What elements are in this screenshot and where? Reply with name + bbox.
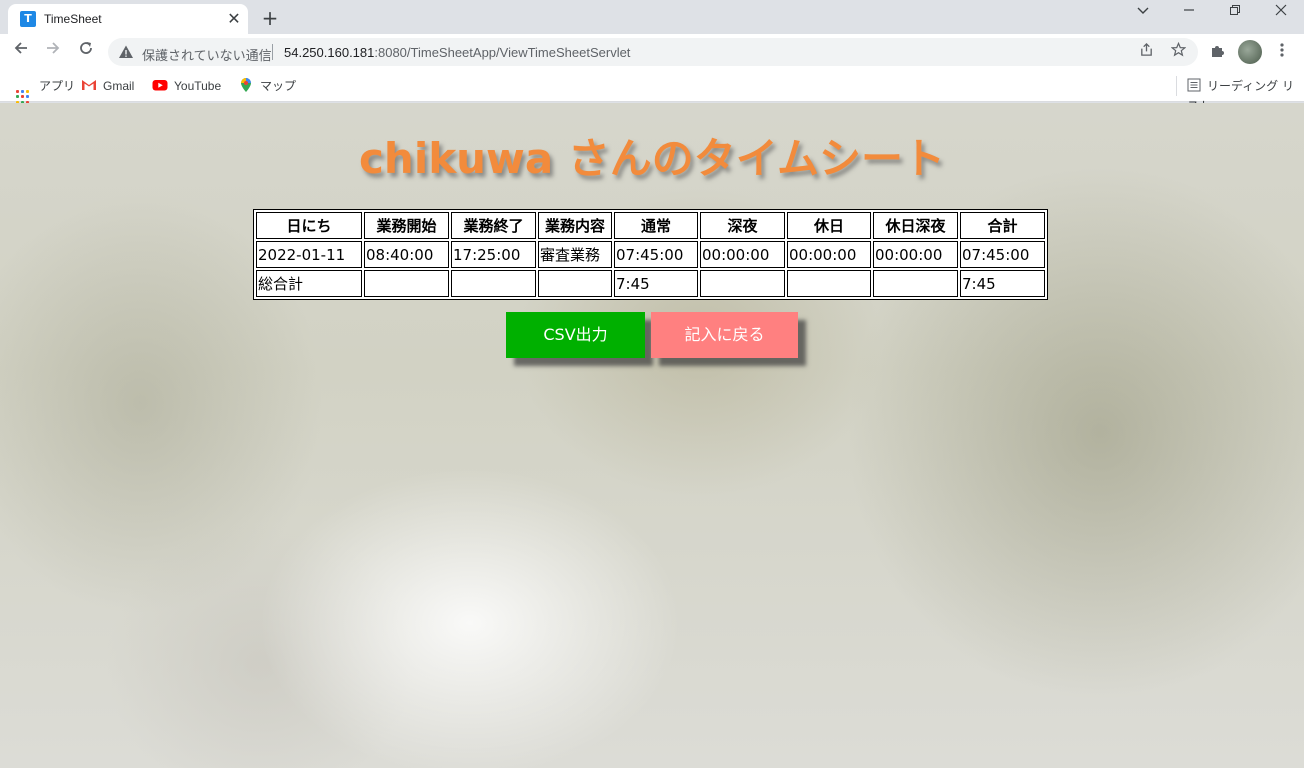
reading-list-icon <box>1187 78 1201 92</box>
table-cell: 07:45:00 <box>614 241 698 268</box>
minimize-icon[interactable] <box>1174 4 1204 28</box>
column-header: 業務開始 <box>364 212 449 239</box>
table-cell <box>787 270 871 297</box>
youtube-icon <box>152 80 168 91</box>
profile-avatar[interactable] <box>1238 40 1262 64</box>
column-header: 休日深夜 <box>873 212 958 239</box>
column-header: 日にち <box>256 212 362 239</box>
bookmark-maps[interactable]: マップ <box>238 77 296 95</box>
reading-list-button[interactable]: リーディング リスト <box>1176 76 1304 113</box>
table-header-row: 日にち 業務開始 業務終了 業務内容 通常 深夜 休日 休日深夜 合計 <box>256 212 1045 239</box>
url-text[interactable]: 54.250.160.181:8080/TimeSheetApp/ViewTim… <box>284 45 630 60</box>
new-tab-button[interactable]: + <box>258 6 282 30</box>
column-header: 合計 <box>960 212 1045 239</box>
table-cell: 17:25:00 <box>451 241 536 268</box>
tab-close-icon[interactable]: ✕ <box>224 9 244 29</box>
table-cell: 2022-01-11 <box>256 241 362 268</box>
table-cell: 7:45 <box>960 270 1045 297</box>
extensions-puzzle-icon[interactable] <box>1207 42 1229 64</box>
tab-search-chevron-icon[interactable] <box>1128 4 1158 28</box>
table-cell: 00:00:00 <box>787 241 871 268</box>
table-cell <box>451 270 536 297</box>
tab-timesheet[interactable]: T TimeSheet ✕ <box>8 4 248 34</box>
bookmark-label: YouTube <box>174 79 222 93</box>
close-window-icon[interactable] <box>1266 4 1296 28</box>
page-content: chikuwa さんのタイムシート 日にち 業務開始 業務終了 業務内容 通常 … <box>0 103 1304 768</box>
bookmark-star-icon[interactable] <box>1168 41 1188 62</box>
restore-icon[interactable] <box>1220 4 1250 28</box>
forward-arrow-icon[interactable] <box>41 40 65 64</box>
warning-triangle-icon[interactable] <box>118 44 134 60</box>
column-header: 通常 <box>614 212 698 239</box>
csv-export-button[interactable]: CSV出力 <box>506 312 645 358</box>
share-icon[interactable] <box>1136 42 1156 62</box>
bookmark-label: Gmail <box>103 79 135 93</box>
table-cell <box>364 270 449 297</box>
timesheet-favicon-icon: T <box>20 11 36 27</box>
table-cell <box>700 270 785 297</box>
bookmark-gmail[interactable]: Gmail <box>81 77 134 95</box>
page-title: chikuwa さんのタイムシート <box>359 134 945 183</box>
tab-title: TimeSheet <box>44 12 102 26</box>
column-header: 業務終了 <box>451 212 536 239</box>
url-host: 54.250.160.181 <box>284 45 375 60</box>
gmail-icon <box>82 80 96 90</box>
back-to-entry-button[interactable]: 記入に戻る <box>651 312 798 358</box>
browser-toolbar: 保護されていない通信 54.250.160.181:8080/TimeSheet… <box>0 34 1304 70</box>
table-cell: 00:00:00 <box>700 241 785 268</box>
column-header: 深夜 <box>700 212 785 239</box>
table-cell: 総合計 <box>256 270 362 297</box>
column-header: 休日 <box>787 212 871 239</box>
bookmark-label: アプリ <box>39 79 76 93</box>
table-row: 2022-01-11 08:40:00 17:25:00 審査業務 07:45:… <box>256 241 1045 268</box>
table-cell: 08:40:00 <box>364 241 449 268</box>
table-cell <box>873 270 958 297</box>
maps-pin-icon <box>241 78 251 92</box>
column-header: 業務内容 <box>538 212 612 239</box>
bookmark-apps[interactable]: アプリ <box>15 77 76 104</box>
table-cell: 07:45:00 <box>960 241 1045 268</box>
tab-strip: T TimeSheet ✕ + <box>0 0 1304 34</box>
url-path: :8080/TimeSheetApp/ViewTimeSheetServlet <box>374 45 631 60</box>
security-status-text[interactable]: 保護されていない通信 <box>142 45 272 64</box>
table-cell: 審査業務 <box>538 241 612 268</box>
table-cell <box>538 270 612 297</box>
back-arrow-icon[interactable] <box>9 40 33 64</box>
table-total-row: 総合計 7:45 7:45 <box>256 270 1045 297</box>
timesheet-table: 日にち 業務開始 業務終了 業務内容 通常 深夜 休日 休日深夜 合計 2022… <box>253 209 1048 300</box>
reload-icon[interactable] <box>74 40 98 64</box>
bookmark-label: マップ <box>260 79 297 93</box>
address-bar[interactable]: 保護されていない通信 54.250.160.181:8080/TimeSheet… <box>108 38 1198 66</box>
menu-kebab-icon[interactable] <box>1271 42 1293 64</box>
address-divider <box>272 44 273 60</box>
bookmark-youtube[interactable]: YouTube <box>152 77 221 95</box>
bookmarks-bar: アプリ Gmail YouTube マップ リーディング リスト <box>0 70 1304 113</box>
table-cell: 7:45 <box>614 270 698 297</box>
table-cell: 00:00:00 <box>873 241 958 268</box>
